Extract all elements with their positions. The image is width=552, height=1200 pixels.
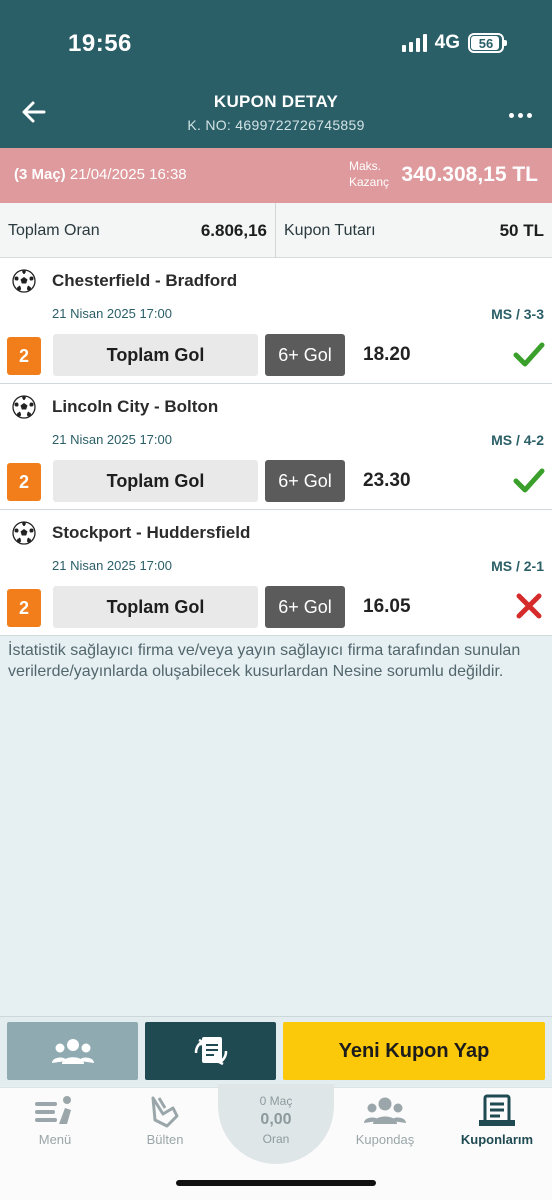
match-teams: Stockport - Huddersfield	[52, 523, 251, 542]
network-type: 4G	[434, 32, 460, 53]
tab-kupondas[interactable]: Kupondaş	[330, 1094, 440, 1147]
market-name: Toplam Gol	[53, 586, 258, 628]
slip-odds: 0,00	[260, 1111, 292, 1128]
coupon-number: K. NO: 4699722726745859	[187, 117, 365, 133]
signal-icon	[401, 34, 427, 52]
coupon-datetime: 21/04/2025 16:38	[69, 166, 187, 183]
users-group-icon	[51, 1039, 94, 1064]
match-date: 21 Nisan 2025 17:00	[52, 432, 172, 447]
mbs-badge: 2	[7, 337, 41, 375]
match-row[interactable]: Stockport - Huddersfield 21 Nisan 2025 1…	[0, 510, 552, 636]
coupons-icon	[479, 1094, 515, 1126]
menu-icon	[35, 1096, 71, 1124]
total-odds-value: 6.806,16	[200, 220, 267, 240]
home-indicator	[176, 1180, 376, 1186]
pick-row: 2 Toplam Gol 6+ Gol 23.30	[0, 460, 552, 502]
battery-level: 56	[478, 35, 494, 51]
status-time: 19:56	[68, 30, 132, 57]
match-date: 21 Nisan 2025 17:00	[52, 558, 172, 573]
match-score: MS / 4-2	[491, 432, 544, 448]
football-icon	[12, 521, 36, 545]
match-row[interactable]: Lincoln City - Bolton 21 Nisan 2025 17:0…	[0, 384, 552, 510]
max-win-value: 340.308,15 TL	[401, 163, 538, 186]
coupon-amount-value: 50 TL	[499, 220, 544, 240]
coupon-info-bar: (3 Maç) 21/04/2025 16:38 Maks. Kazanç 34…	[0, 148, 552, 203]
football-icon	[12, 269, 36, 293]
football-icon	[12, 395, 36, 419]
more-options-icon[interactable]	[509, 113, 532, 118]
disclaimer-text: İstatistik sağlayıcı firma ve/veya yayın…	[8, 642, 521, 680]
market-name: Toplam Gol	[53, 334, 258, 376]
users-group-icon	[364, 1097, 406, 1124]
pick-row: 2 Toplam Gol 6+ Gol 16.05	[0, 586, 552, 628]
max-win-label: Maks. Kazanç	[349, 159, 390, 189]
pick-row: 2 Toplam Gol 6+ Gol 18.20	[0, 334, 552, 376]
match-date: 21 Nisan 2025 17:00	[52, 306, 172, 321]
tab-menu[interactable]: Menü	[0, 1094, 110, 1147]
share-kupondas-button[interactable]	[7, 1022, 138, 1080]
slip-odds-label: Oran	[262, 1132, 290, 1146]
match-count: (3 Maç)	[14, 166, 66, 183]
status-indicators: 4G 56	[401, 32, 507, 54]
match-list: Chesterfield - Bradford 21 Nisan 2025 17…	[0, 258, 552, 636]
header: 19:56 4G 56 KUPON DETAY K. NO: 469972272…	[0, 0, 552, 148]
match-teams: Chesterfield - Bradford	[52, 271, 238, 290]
match-score: MS / 3-3	[491, 306, 544, 322]
tab-kuponlarim[interactable]: Kuponlarım	[442, 1094, 552, 1147]
check-icon	[513, 468, 545, 493]
coupon-meta: (3 Maç) 21/04/2025 16:38	[14, 166, 187, 183]
page-title: KUPON DETAY	[213, 92, 339, 111]
bulletin-icon	[151, 1096, 179, 1128]
selection: 6+ Gol	[265, 460, 345, 502]
check-icon	[513, 342, 545, 367]
battery-icon: 56	[468, 33, 507, 53]
match-row[interactable]: Chesterfield - Bradford 21 Nisan 2025 17…	[0, 258, 552, 384]
replay-coupon-button[interactable]	[145, 1022, 276, 1080]
selection: 6+ Gol	[265, 586, 345, 628]
coupon-summary: Toplam Oran 6.806,16 Kupon Tutarı 50 TL	[0, 203, 552, 258]
odd-value: 16.05	[363, 596, 411, 617]
market-name: Toplam Gol	[53, 460, 258, 502]
slip-match-count: 0 Maç	[259, 1094, 293, 1108]
match-score: MS / 2-1	[491, 558, 544, 574]
total-odds: Toplam Oran 6.806,16	[0, 203, 276, 258]
selection: 6+ Gol	[265, 334, 345, 376]
odd-value: 18.20	[363, 344, 411, 365]
mbs-badge: 2	[7, 463, 41, 501]
action-bar: Yeni Kupon Yap	[0, 1016, 552, 1086]
coupon-amount: Kupon Tutarı 50 TL	[284, 220, 544, 240]
cross-icon	[516, 593, 542, 619]
coupon-refresh-icon	[194, 1037, 227, 1066]
tab-bulletin[interactable]: Bülten	[110, 1094, 220, 1147]
bet-slip-summary[interactable]: 0 Maç 0,00 Oran	[218, 1084, 334, 1164]
new-coupon-button[interactable]: Yeni Kupon Yap	[283, 1022, 545, 1080]
match-teams: Lincoln City - Bolton	[52, 397, 219, 416]
mbs-badge: 2	[7, 589, 41, 627]
odd-value: 23.30	[363, 470, 411, 491]
